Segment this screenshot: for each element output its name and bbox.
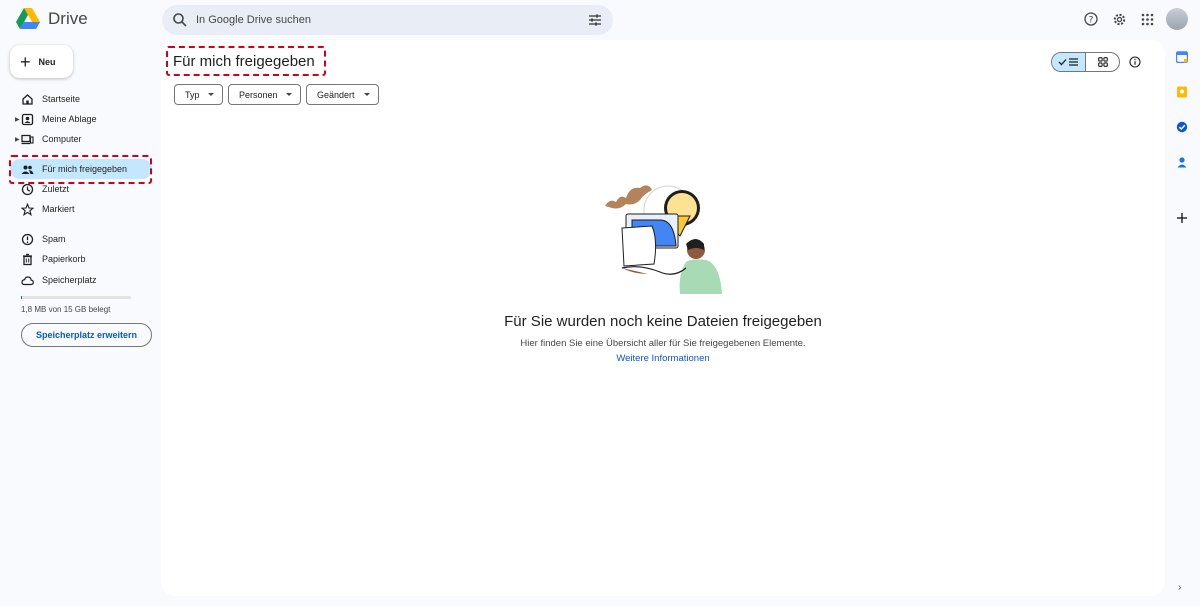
dropdown-arrow-icon (364, 93, 370, 96)
sidebar-item-recent[interactable]: Zuletzt (10, 179, 152, 199)
filter-chip-label: Typ (185, 89, 200, 100)
sidebar-item-starred[interactable]: Markiert (10, 199, 152, 219)
sidebar-item-label: Papierkorb (42, 254, 86, 264)
dropdown-arrow-icon (208, 93, 214, 96)
sidebar-item-my-drive[interactable]: ▶ Meine Ablage (10, 109, 152, 129)
star-icon (21, 202, 34, 216)
highlight-frame-title (166, 46, 326, 76)
tasks-icon[interactable] (1176, 121, 1188, 133)
sidebar-item-spam[interactable]: Spam (10, 229, 152, 249)
apps-grid-icon[interactable] (1138, 10, 1156, 28)
keep-icon[interactable] (1176, 86, 1188, 98)
contacts-icon[interactable] (1176, 156, 1188, 168)
view-toggle[interactable] (1051, 52, 1120, 72)
sidebar-item-computers[interactable]: ▶ Computer (10, 129, 152, 149)
dropdown-arrow-icon (286, 93, 292, 96)
cloud-icon (21, 275, 34, 285)
info-icon[interactable] (1129, 56, 1141, 68)
new-button-label: Neu (38, 56, 56, 67)
new-button[interactable]: + Neu (10, 45, 73, 78)
spam-icon (21, 233, 34, 245)
computer-icon (21, 134, 34, 144)
trash-icon (23, 253, 32, 265)
app-name: Drive (48, 9, 88, 28)
expand-arrow-icon[interactable]: ▶ (15, 116, 20, 123)
drive-logo[interactable]: Drive (16, 8, 88, 30)
sidebar-item-storage[interactable]: Speicherplatz (10, 270, 152, 290)
search-icon[interactable] (172, 12, 188, 28)
filter-chip-label: Personen (239, 89, 278, 100)
filter-chip-type[interactable]: Typ (174, 84, 223, 105)
grid-icon (1097, 57, 1108, 67)
expand-arrow-icon[interactable]: ▶ (15, 136, 20, 143)
empty-state-subtitle: Hier finden Sie eine Übersicht aller für… (520, 338, 806, 349)
sidebar-item-trash[interactable]: Papierkorb (10, 249, 152, 269)
home-icon (22, 93, 33, 105)
sidebar-item-label: Zuletzt (42, 184, 70, 194)
filter-chip-people[interactable]: Personen (228, 84, 301, 105)
sidebar-item-label: Meine Ablage (42, 114, 97, 124)
filter-chip-modified[interactable]: Geändert (306, 84, 379, 105)
chevron-right-icon[interactable]: › (1178, 582, 1181, 593)
list-view-button[interactable] (1052, 53, 1086, 71)
svg-text:?: ? (1089, 16, 1094, 26)
storage-progress-bar (21, 296, 131, 299)
help-icon[interactable]: ? (1082, 10, 1100, 28)
add-icon[interactable] (1176, 212, 1188, 224)
settings-icon[interactable] (1110, 10, 1128, 28)
sidebar-item-label: Markiert (42, 204, 75, 214)
plus-icon: + (20, 51, 31, 72)
my-drive-icon (21, 113, 34, 125)
search-bar[interactable] (162, 5, 613, 35)
empty-state-illustration (605, 185, 722, 294)
filter-chip-label: Geändert (317, 89, 355, 100)
drive-logo-icon (16, 8, 40, 29)
account-avatar[interactable] (1166, 8, 1188, 30)
storage-progress-fill (21, 296, 23, 299)
sidebar-item-label: Spam (42, 234, 66, 244)
clock-icon (21, 183, 34, 195)
get-more-storage-button[interactable]: Speicherplatz erweitern (21, 323, 152, 347)
learn-more-link[interactable]: Weitere Informationen (161, 353, 1165, 364)
check-list-icon (1058, 58, 1078, 66)
sidebar-item-label: Computer (42, 134, 82, 144)
calendar-icon[interactable] (1176, 51, 1188, 63)
empty-state-title: Für Sie wurden noch keine Dateien freige… (504, 313, 822, 330)
grid-view-button[interactable] (1086, 53, 1119, 71)
storage-usage-text: 1,8 MB von 15 GB belegt (21, 305, 111, 314)
sidebar-item-label: Startseite (42, 94, 81, 104)
search-options-icon[interactable] (587, 12, 603, 28)
sidebar-item-home[interactable]: Startseite (10, 89, 152, 109)
sidebar-item-label: Speicherplatz (42, 275, 97, 285)
search-input[interactable] (196, 9, 556, 31)
